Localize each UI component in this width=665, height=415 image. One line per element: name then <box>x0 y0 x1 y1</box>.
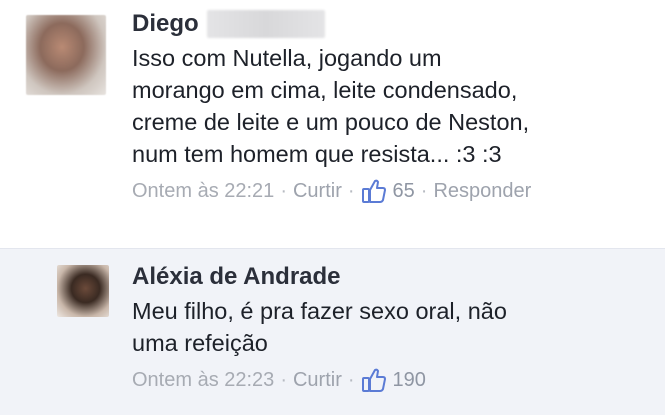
comment-body: Diego Isso com Nutella, jogando um moran… <box>132 8 652 204</box>
avatar[interactable] <box>57 265 109 317</box>
thumbs-up-icon[interactable] <box>361 367 387 393</box>
separator: · <box>280 368 287 391</box>
comment-diego: Diego Isso com Nutella, jogando um moran… <box>0 0 665 248</box>
thumbs-up-icon[interactable] <box>361 178 387 204</box>
comment-timestamp[interactable]: Ontem às 22:21 <box>132 180 274 203</box>
reply-link[interactable]: Responder <box>433 180 531 203</box>
comment-author: Aléxia de Andrade <box>132 261 652 293</box>
separator: · <box>347 368 355 391</box>
like-count[interactable]: 65 <box>393 180 415 203</box>
comment-alexia: Aléxia de Andrade Meu filho, é pra fazer… <box>0 248 665 415</box>
comment-author: Diego <box>132 8 652 40</box>
like-link[interactable]: Curtir <box>293 180 342 203</box>
comment-text: Isso com Nutella, jogando um morango em … <box>132 45 530 167</box>
comment-text: Meu filho, é pra fazer sexo oral, não um… <box>132 298 507 356</box>
blurred-surname <box>206 10 325 38</box>
avatar[interactable] <box>26 15 106 95</box>
separator: · <box>420 179 428 202</box>
author-name[interactable]: Aléxia de Andrade <box>132 261 341 293</box>
separator: · <box>280 179 287 202</box>
author-name[interactable]: Diego <box>132 8 199 40</box>
separator: · <box>347 179 355 202</box>
comment-body: Aléxia de Andrade Meu filho, é pra fazer… <box>132 261 652 393</box>
comment-actions: Ontem às 22:23 · Curtir · 190 <box>132 367 652 393</box>
like-count[interactable]: 190 <box>393 369 426 392</box>
like-link[interactable]: Curtir <box>293 369 342 392</box>
comment-actions: Ontem às 22:21 · Curtir · 65 · Responder <box>132 178 652 204</box>
comment-timestamp[interactable]: Ontem às 22:23 <box>132 369 274 392</box>
